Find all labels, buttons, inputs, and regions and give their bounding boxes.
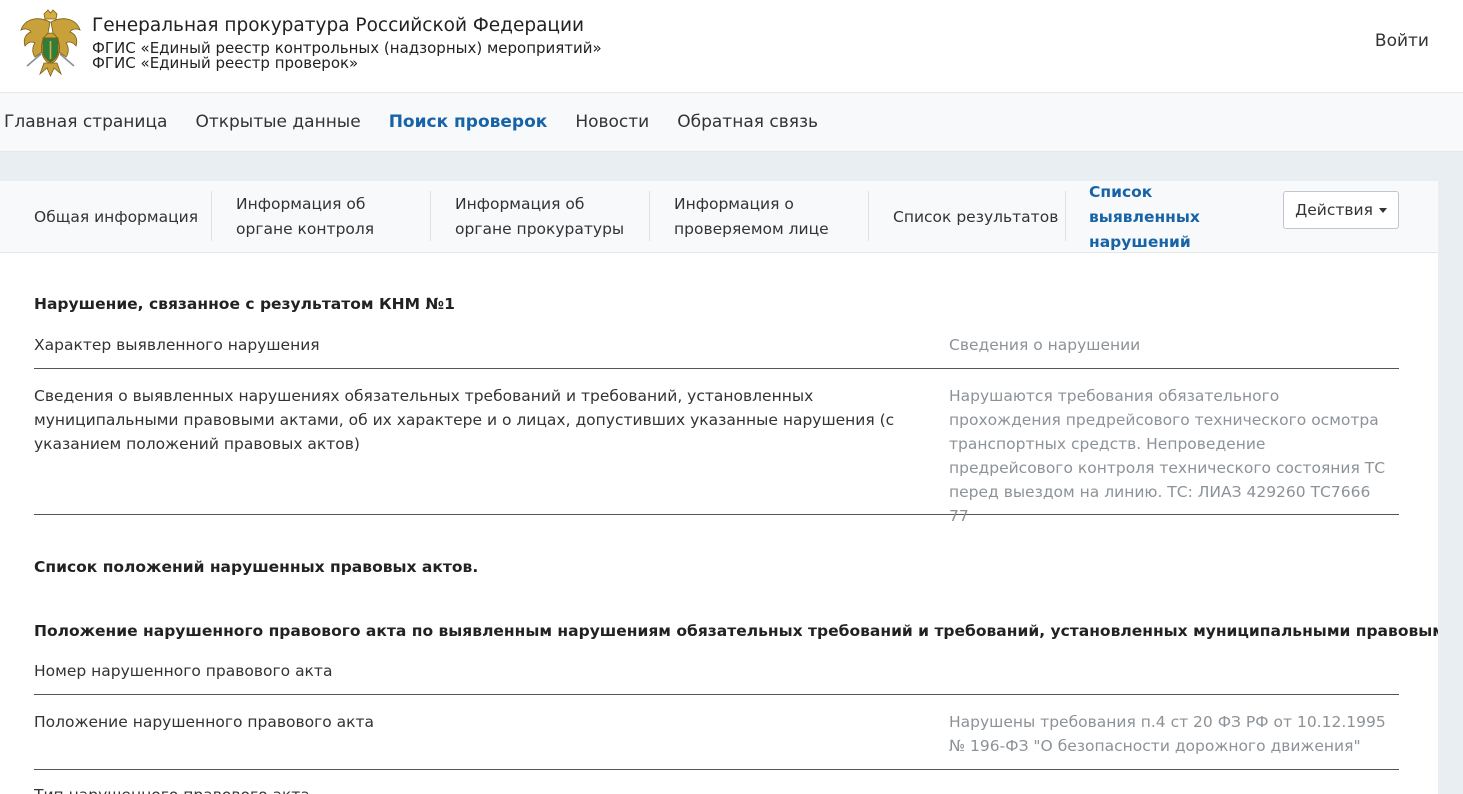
site-header: Генеральная прокуратура Российской Федер… — [0, 0, 1463, 93]
tab-divider — [211, 191, 212, 241]
legal-act-position-row: Положение нарушенного правового акта Нар… — [34, 710, 1399, 770]
caret-down-icon — [1378, 207, 1387, 213]
violation-details-label: Сведения о выявленных нарушениях обязате… — [34, 387, 895, 453]
header-subtitle-erp: ФГИС «Единый реестр проверок» — [92, 54, 359, 72]
tab-general-info[interactable]: Общая информация — [34, 191, 204, 243]
main-nav: Главная страница Открытые данные Поиск п… — [0, 93, 1463, 152]
tab-divider — [649, 191, 650, 241]
nav-item-open-data[interactable]: Открытые данные — [195, 112, 360, 132]
actions-dropdown-button[interactable]: Действия — [1283, 191, 1399, 229]
legal-act-number-label: Номер нарушенного правового акта — [34, 662, 333, 680]
legal-act-position-label: Положение нарушенного правового акта — [34, 713, 375, 731]
login-link[interactable]: Войти — [1375, 31, 1429, 51]
violation-header-row: Характер выявленного нарушения Сведения … — [34, 333, 1399, 369]
nav-item-feedback[interactable]: Обратная связь — [677, 112, 818, 132]
header-title: Генеральная прокуратура Российской Федер… — [92, 15, 585, 36]
tab-violations-list[interactable]: Список выявленных нарушений — [1089, 183, 1259, 251]
nav-item-home[interactable]: Главная страница — [4, 112, 167, 132]
violation-section-title: Нарушение, связанное с результатом КНМ №… — [34, 295, 455, 313]
legal-acts-list-title: Список положений нарушенных правовых акт… — [34, 558, 479, 576]
violation-details-value: Нарушаются требования обязательного прох… — [949, 387, 1386, 525]
card-tabs: Общая информация Информация об органе ко… — [0, 181, 1438, 253]
actions-label: Действия — [1295, 201, 1373, 219]
nav-item-inspections-search[interactable]: Поиск проверок — [389, 112, 548, 132]
tab-control-body-info[interactable]: Информация об органе контроля — [236, 191, 416, 243]
inspection-card: Общая информация Информация об органе ко… — [0, 181, 1438, 794]
legal-act-type-label: Тип нарушенного правового акта — [34, 783, 904, 794]
tab-divider — [868, 191, 869, 241]
legal-act-item-title: Положение нарушенного правового акта по … — [34, 622, 1438, 640]
tab-divider — [1065, 191, 1066, 241]
nav-item-news[interactable]: Новости — [575, 112, 649, 132]
prosecutor-emblem-icon — [20, 9, 81, 77]
legal-act-position-value: Нарушены требования п.4 ст 20 ФЗ РФ от 1… — [949, 713, 1386, 755]
tab-results-list[interactable]: Список результатов — [893, 191, 1063, 243]
tab-divider — [430, 191, 431, 241]
violation-details-row: Сведения о выявленных нарушениях обязате… — [34, 384, 1399, 525]
tab-prosecutor-office-info[interactable]: Информация об органе прокуратуры — [455, 191, 635, 243]
violation-info-header: Сведения о нарушении — [949, 336, 1141, 354]
violation-nature-label: Характер выявленного нарушения — [34, 336, 320, 354]
legal-act-number-row: Номер нарушенного правового акта — [34, 659, 1399, 695]
tab-inspected-entity-info[interactable]: Информация о проверяемом лице — [674, 191, 854, 243]
legal-act-type-row: Тип нарушенного правового акта — [34, 783, 1399, 794]
